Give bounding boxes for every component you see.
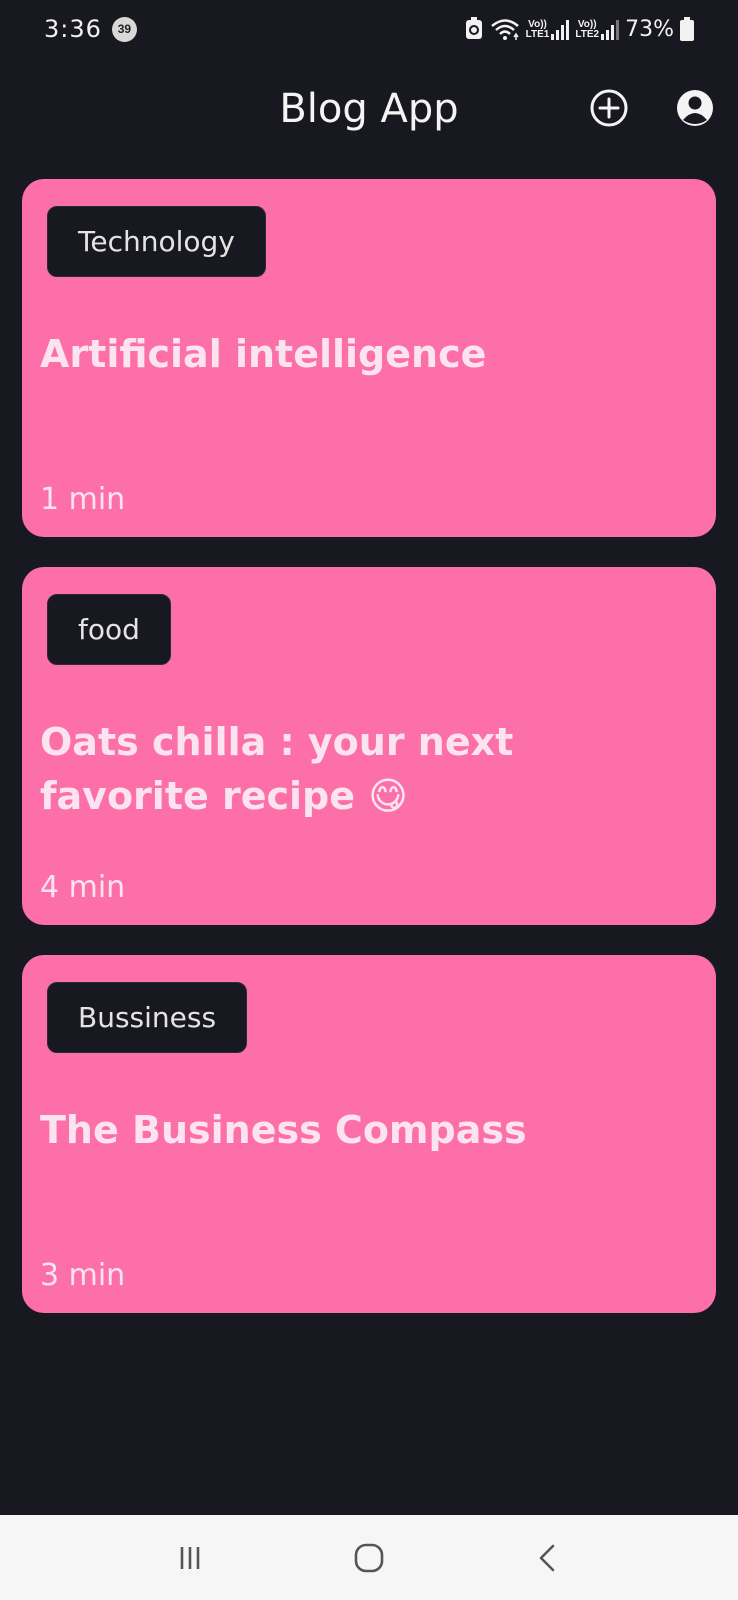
sim1-signal: Vo)) LTE1 (526, 18, 570, 40)
post-card[interactable]: Bussiness The Business Compass 3 min (22, 955, 716, 1313)
status-left: 3:36 39 (44, 15, 137, 43)
profile-button[interactable] (675, 88, 715, 128)
home-button[interactable] (339, 1528, 399, 1588)
notification-count-badge: 39 (111, 16, 137, 42)
read-time: 4 min (40, 870, 126, 905)
back-icon (540, 1544, 555, 1571)
battery-icon (680, 17, 694, 41)
sim2-signal: Vo)) LTE2 (575, 18, 620, 40)
battery-saver-icon (464, 17, 484, 41)
post-title: The Business Compass (40, 1108, 527, 1152)
sim2-label-bottom: LTE2 (575, 29, 600, 40)
add-post-button[interactable] (589, 88, 629, 128)
post-card[interactable]: food Oats chilla : your next favorite re… (22, 567, 716, 925)
post-title: Artificial intelligence (40, 332, 487, 376)
read-time: 1 min (40, 482, 126, 517)
category-tag[interactable]: Bussiness (47, 982, 248, 1053)
category-tag[interactable]: Technology (47, 206, 266, 277)
clock: 3:36 (44, 15, 102, 43)
battery-percentage: 73% (625, 16, 674, 42)
signal-bars-icon (601, 20, 620, 40)
account-circle-icon (677, 90, 713, 126)
app-bar: Blog App (0, 70, 738, 148)
status-bar: 3:36 39 Vo)) LTE1 Vo)) LTE2 73% (0, 0, 738, 58)
post-card[interactable]: Technology Artificial intelligence 1 min (22, 179, 716, 537)
back-button[interactable] (518, 1528, 578, 1588)
category-tag[interactable]: food (47, 594, 171, 665)
sim1-label: Vo)) LTE1 (526, 20, 550, 40)
post-title: Oats chilla : your next favorite recipe … (40, 720, 514, 818)
plus-circle-icon (590, 89, 628, 127)
recents-icon (180, 1546, 199, 1569)
home-icon (354, 1543, 384, 1572)
sim1-label-bottom: LTE1 (525, 29, 550, 40)
status-right: Vo)) LTE1 Vo)) LTE2 73% (464, 17, 694, 42)
sim2-label: Vo)) LTE2 (575, 20, 599, 40)
screen: 3:36 39 Vo)) LTE1 Vo)) LTE2 73% Blog App… (0, 0, 738, 1600)
recents-button[interactable] (160, 1528, 220, 1588)
read-time: 3 min (40, 1258, 126, 1293)
post-list: Technology Artificial intelligence 1 min… (22, 179, 716, 1343)
wifi-icon (490, 17, 520, 41)
signal-bars-icon (551, 20, 570, 40)
system-nav-bar (0, 1515, 738, 1600)
